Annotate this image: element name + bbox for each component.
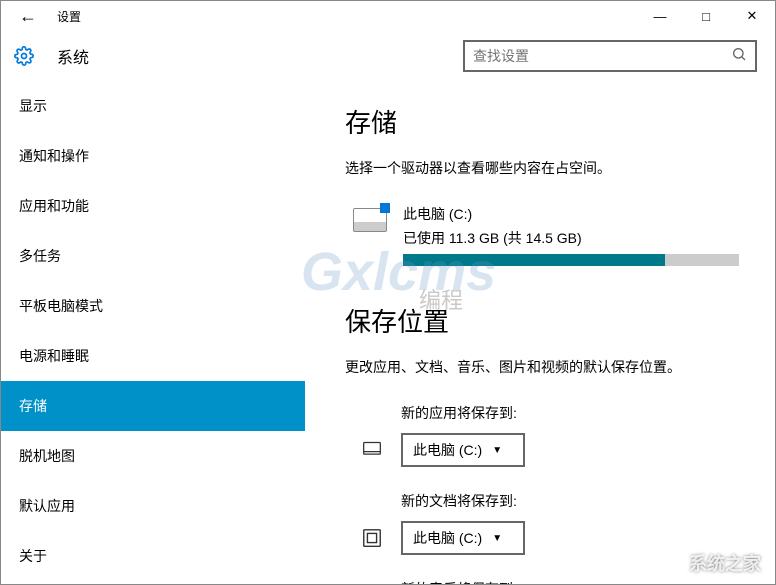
dropdown-value: 此电脑 (C:) — [413, 528, 482, 548]
drive-info: 此电脑 (C:) 已使用 11.3 GB (共 14.5 GB) — [403, 204, 739, 266]
monitor-icon — [359, 439, 385, 461]
back-icon[interactable]: ← — [13, 6, 43, 27]
sidebar-item-default-apps[interactable]: 默认应用 — [1, 481, 305, 531]
save-location-title: 保存位置 — [345, 302, 739, 339]
sidebar-item-display[interactable]: 显示 — [1, 81, 305, 131]
header: 系统 — [1, 31, 775, 81]
maximize-icon[interactable]: □ — [683, 1, 729, 31]
drive-icon — [353, 208, 387, 232]
sidebar-item-label: 电源和睡眠 — [19, 346, 89, 366]
chevron-down-icon: ▼ — [492, 533, 502, 544]
save-location-desc: 更改应用、文档、音乐、图片和视频的默认保存位置。 — [345, 357, 739, 377]
sidebar: 显示 通知和操作 应用和功能 多任务 平板电脑模式 电源和睡眠 存储 脱机地图 … — [1, 81, 305, 584]
dropdown-value: 此电脑 (C:) — [413, 440, 482, 460]
sidebar-item-label: 关于 — [19, 546, 47, 566]
sidebar-item-storage[interactable]: 存储 — [1, 381, 305, 431]
sidebar-item-about[interactable]: 关于 — [1, 531, 305, 581]
search-icon[interactable] — [731, 46, 747, 67]
sidebar-item-power[interactable]: 电源和睡眠 — [1, 331, 305, 381]
save-music-label: 新的音乐将保存到: — [401, 579, 739, 584]
sidebar-item-label: 显示 — [19, 96, 47, 116]
sidebar-item-notifications[interactable]: 通知和操作 — [1, 131, 305, 181]
sidebar-item-multitask[interactable]: 多任务 — [1, 231, 305, 281]
save-docs-label: 新的文档将保存到: — [401, 491, 739, 511]
main-panel: 存储 选择一个驱动器以查看哪些内容在占空间。 此电脑 (C:) 已使用 11.3… — [305, 81, 775, 584]
drive-name: 此电脑 (C:) — [403, 204, 739, 224]
gear-icon[interactable] — [13, 45, 35, 67]
document-icon — [359, 527, 385, 549]
sidebar-item-offline-maps[interactable]: 脱机地图 — [1, 431, 305, 481]
window-title: 设置 — [57, 8, 81, 25]
search-box[interactable] — [463, 40, 757, 72]
close-icon[interactable]: ✕ — [729, 1, 775, 31]
sidebar-item-label: 应用和功能 — [19, 196, 89, 216]
sidebar-item-tablet[interactable]: 平板电脑模式 — [1, 281, 305, 331]
drive-bar — [403, 254, 739, 266]
docs-location-dropdown[interactable]: 此电脑 (C:) ▼ — [401, 521, 525, 555]
drive-bar-fill — [403, 254, 665, 266]
sidebar-item-label: 多任务 — [19, 246, 61, 266]
page-title: 存储 — [345, 103, 739, 140]
sidebar-item-label: 通知和操作 — [19, 146, 89, 166]
apps-location-dropdown[interactable]: 此电脑 (C:) ▼ — [401, 433, 525, 467]
sidebar-item-label: 存储 — [19, 396, 47, 416]
sidebar-item-label: 脱机地图 — [19, 446, 75, 466]
sidebar-item-label: 默认应用 — [19, 496, 75, 516]
sidebar-item-apps[interactable]: 应用和功能 — [1, 181, 305, 231]
save-row-apps: 新的应用将保存到: 此电脑 (C:) ▼ — [359, 403, 739, 467]
save-row-docs: 新的文档将保存到: 此电脑 (C:) ▼ — [359, 491, 739, 555]
search-input[interactable] — [473, 48, 731, 64]
drive-usage: 已使用 11.3 GB (共 14.5 GB) — [403, 228, 739, 248]
page-subtitle: 选择一个驱动器以查看哪些内容在占空间。 — [345, 158, 739, 178]
content: 显示 通知和操作 应用和功能 多任务 平板电脑模式 电源和睡眠 存储 脱机地图 … — [1, 81, 775, 584]
window-buttons: — □ ✕ — [637, 1, 775, 31]
section-title: 系统 — [57, 44, 89, 68]
titlebar: ← 设置 — □ ✕ — [1, 1, 775, 31]
minimize-icon[interactable]: — — [637, 1, 683, 31]
drive-row[interactable]: 此电脑 (C:) 已使用 11.3 GB (共 14.5 GB) — [353, 204, 739, 266]
chevron-down-icon: ▼ — [492, 445, 502, 456]
sidebar-item-label: 平板电脑模式 — [19, 296, 103, 316]
save-apps-label: 新的应用将保存到: — [401, 403, 739, 423]
